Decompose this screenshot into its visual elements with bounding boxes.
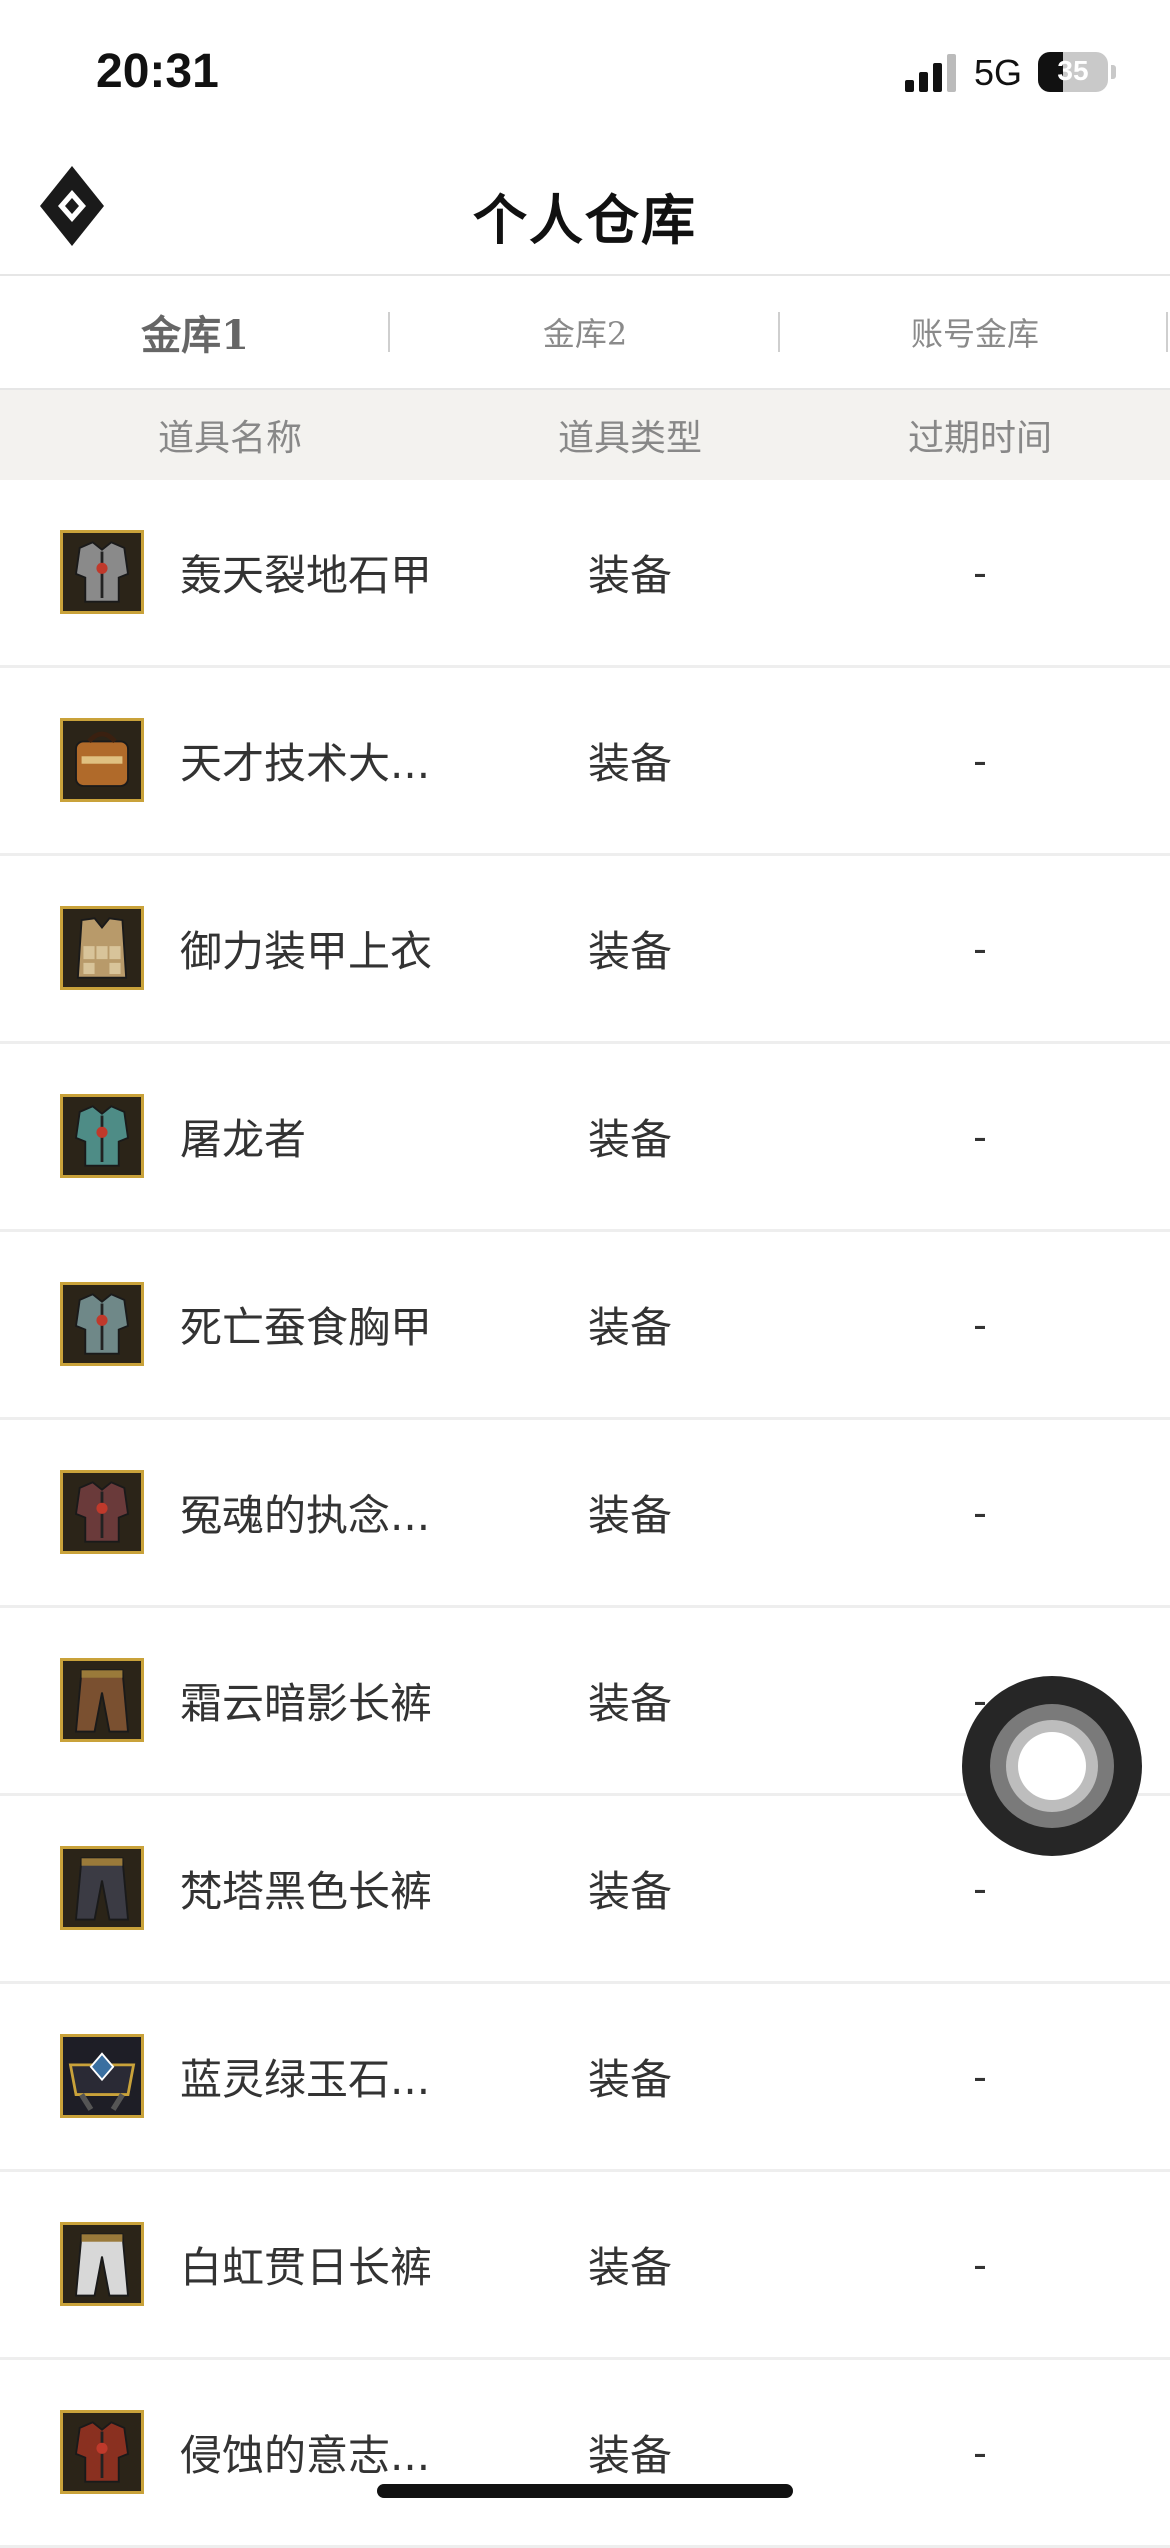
home-indicator[interactable] — [377, 2484, 793, 2498]
armor-icon — [60, 2410, 144, 2494]
page-title: 个人仓库 — [473, 189, 697, 252]
assistive-touch-button[interactable] — [962, 1676, 1142, 1856]
item-type: 装备 — [587, 2055, 672, 2104]
item-expire: - — [973, 2242, 987, 2287]
column-header-name: 道具名称 — [157, 418, 302, 459]
item-expire: - — [973, 2054, 987, 2099]
item-name: 御力装甲上衣 — [180, 927, 433, 976]
bag-icon — [60, 718, 144, 802]
list-item[interactable]: 蓝灵绿玉石... 装备 - — [0, 1984, 1170, 2172]
battery-icon: 35 — [1038, 52, 1108, 92]
status-bar: 20:31 5G 35 — [0, 0, 1170, 140]
belt-icon — [60, 2034, 144, 2118]
vest-icon — [60, 906, 144, 990]
list-item[interactable]: 天才技术大... 装备 - — [0, 668, 1170, 856]
vault-tabs: 金库1 金库2 账号金库 — [0, 276, 1170, 390]
item-expire: - — [973, 1114, 987, 1159]
armor-icon — [60, 1282, 144, 1366]
column-header-type: 道具类型 — [557, 418, 702, 459]
item-name: 侵蚀的意志... — [180, 2431, 431, 2480]
item-expire: - — [973, 738, 987, 783]
item-type: 装备 — [587, 551, 672, 600]
armor-icon — [60, 530, 144, 614]
item-name: 梵塔黑色长裤 — [180, 1867, 433, 1916]
item-name: 蓝灵绿玉石... — [180, 2055, 431, 2104]
list-item[interactable]: 屠龙者 装备 - — [0, 1044, 1170, 1232]
item-type: 装备 — [587, 1867, 672, 1916]
item-expire: - — [973, 926, 987, 971]
list-item[interactable]: 死亡蚕食胸甲 装备 - — [0, 1232, 1170, 1420]
tab-account-vault[interactable]: 账号金库 — [780, 276, 1170, 388]
item-name: 死亡蚕食胸甲 — [180, 1303, 433, 1352]
item-type: 装备 — [587, 927, 672, 976]
tab-divider — [1166, 312, 1168, 352]
network-label: 5G — [974, 52, 1023, 93]
item-type: 装备 — [587, 739, 672, 788]
item-type: 装备 — [587, 1679, 672, 1728]
item-type: 装备 — [587, 2243, 672, 2292]
list-item[interactable]: 白虹贯日长裤 装备 - — [0, 2172, 1170, 2360]
item-type: 装备 — [587, 1491, 672, 1540]
battery-level: 35 — [1057, 55, 1089, 86]
item-expire: - — [973, 2430, 987, 2475]
item-name: 霜云暗影长裤 — [180, 1679, 433, 1728]
item-type: 装备 — [587, 1303, 672, 1352]
armor-icon — [60, 1094, 144, 1178]
item-name: 轰天裂地石甲 — [180, 551, 433, 600]
tab-vault-1[interactable]: 金库1 — [0, 276, 390, 388]
item-expire: - — [973, 550, 987, 595]
pants-icon — [60, 1846, 144, 1930]
pants-icon — [60, 2222, 144, 2306]
list-item[interactable]: 轰天裂地石甲 装备 - — [0, 480, 1170, 668]
item-name: 天才技术大... — [180, 739, 431, 788]
item-name: 白虹贯日长裤 — [180, 2243, 433, 2292]
item-type: 装备 — [587, 1115, 672, 1164]
item-name: 冤魂的执念... — [180, 1491, 431, 1540]
item-list: 轰天裂地石甲 装备 - 天才技术大... 装备 - 御力装甲上衣 装备 - 屠龙… — [0, 480, 1170, 2548]
item-expire: - — [973, 1490, 987, 1535]
tab-vault-2[interactable]: 金库2 — [390, 276, 780, 388]
column-header-expire: 过期时间 — [907, 418, 1052, 459]
signal-icon — [905, 54, 956, 92]
list-item[interactable]: 冤魂的执念... 装备 - — [0, 1420, 1170, 1608]
list-item[interactable]: 御力装甲上衣 装备 - — [0, 856, 1170, 1044]
list-item[interactable]: 侵蚀的意志... 装备 - — [0, 2360, 1170, 2548]
item-name: 屠龙者 — [180, 1115, 307, 1164]
pants-icon — [60, 1658, 144, 1742]
armor-icon — [60, 1470, 144, 1554]
app-header: 个人仓库 — [0, 140, 1170, 276]
status-time: 20:31 — [96, 45, 219, 98]
item-expire: - — [973, 1302, 987, 1347]
table-header: 道具名称 道具类型 过期时间 — [0, 390, 1170, 480]
item-type: 装备 — [587, 2431, 672, 2480]
